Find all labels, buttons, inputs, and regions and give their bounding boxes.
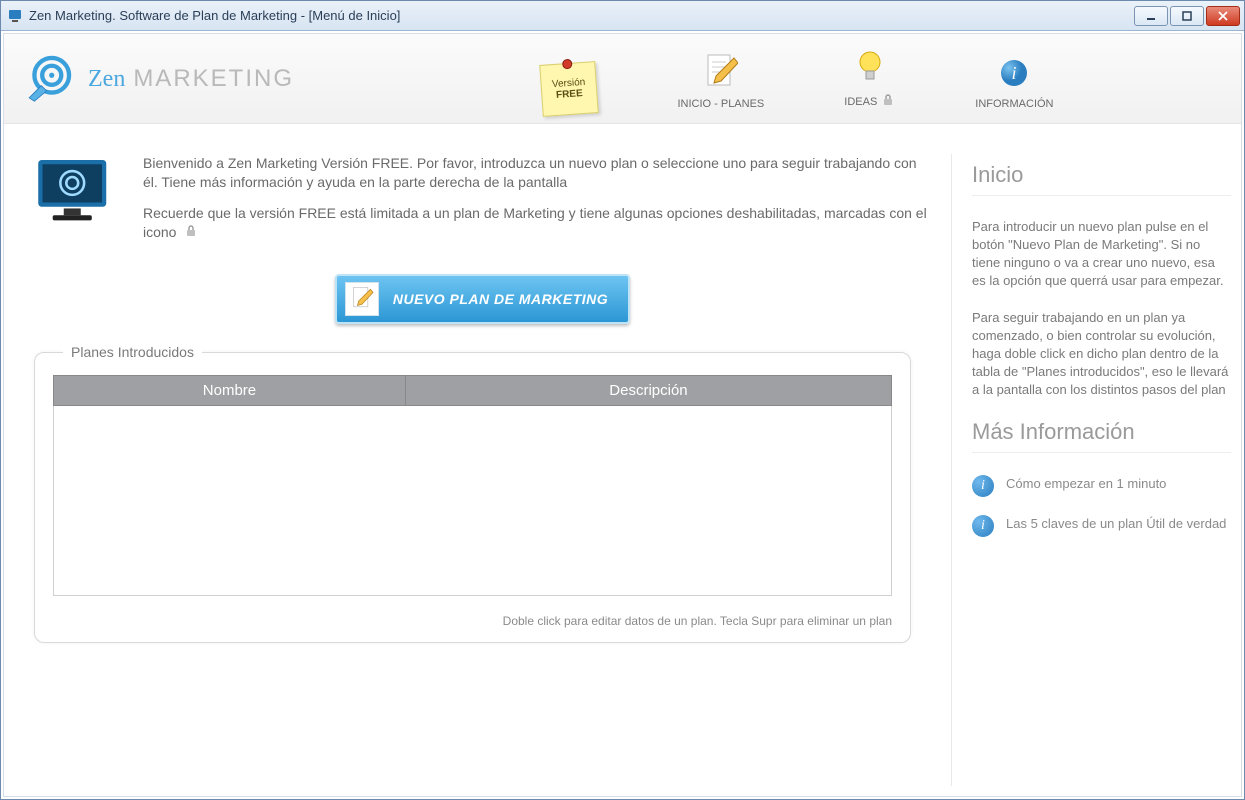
window-minimize-button[interactable]: [1134, 6, 1168, 26]
document-pencil-icon: [677, 52, 764, 94]
info-link-quickstart-label: Cómo empezar en 1 minuto: [1006, 475, 1166, 493]
info-link-5keys[interactable]: i Las 5 claves de un plan Útil de verdad: [972, 515, 1231, 537]
brand-text-rest: MARKETING: [133, 65, 294, 92]
plans-table[interactable]: Nombre Descripción: [53, 375, 892, 596]
monitor-icon: [34, 154, 119, 254]
lock-icon: [881, 93, 895, 110]
sticky-note-icon: Versión FREE: [540, 61, 599, 117]
top-nav: Zen MARKETING Versión FREE: [4, 34, 1241, 124]
main-scroll-area[interactable]: Zen MARKETING Versión FREE: [4, 34, 1241, 796]
nav-version-free[interactable]: Versión FREE: [541, 68, 597, 110]
nav-ideas-label: IDEAS: [844, 96, 877, 108]
brand-text-zen: Zen: [88, 66, 125, 92]
info-icon: i: [975, 52, 1053, 94]
new-plan-button[interactable]: NUEVO PLAN DE MARKETING: [335, 274, 630, 324]
window-title: Zen Marketing. Software de Plan de Marke…: [29, 8, 1134, 23]
plans-col-desc: Descripción: [405, 376, 891, 406]
help-sidebar: Inicio Para introducir un nuevo plan pul…: [951, 154, 1231, 786]
nav-informacion-label: INFORMACIÓN: [975, 98, 1053, 110]
brand-text: Zen MARKETING: [88, 65, 294, 93]
nav-informacion[interactable]: i INFORMACIÓN: [975, 52, 1053, 110]
window-titlebar: Zen Marketing. Software de Plan de Marke…: [1, 1, 1244, 31]
sidebar-heading-mas: Más Información: [972, 417, 1231, 453]
brand-logo-icon: [24, 51, 76, 106]
sidebar-paragraph-1: Para introducir un nuevo plan pulse en e…: [972, 218, 1231, 291]
nav-inicio-planes[interactable]: INICIO - PLANES: [677, 52, 764, 110]
plans-groupbox-legend: Planes Introducidos: [63, 344, 202, 360]
intro-paragraph-2: Recuerde que la versión FREE está limita…: [143, 204, 931, 243]
lightbulb-icon: [844, 47, 895, 89]
plans-empty-body[interactable]: [54, 406, 892, 596]
info-icon: i: [972, 515, 994, 537]
info-link-5keys-label: Las 5 claves de un plan Útil de verdad: [1006, 515, 1226, 533]
sidebar-paragraph-2: Para seguir trabajando en un plan ya com…: [972, 309, 1231, 400]
app-icon: [7, 8, 23, 24]
nav-ideas[interactable]: IDEAS: [844, 47, 895, 110]
nav-inicio-planes-label: INICIO - PLANES: [677, 98, 764, 110]
info-icon: i: [972, 475, 994, 497]
document-pencil-icon: [345, 282, 379, 316]
new-plan-button-label: NUEVO PLAN DE MARKETING: [393, 291, 608, 307]
brand: Zen MARKETING: [24, 51, 294, 106]
intro-paragraph-1: Bienvenido a Zen Marketing Versión FREE.…: [143, 154, 931, 192]
window-maximize-button[interactable]: [1170, 6, 1204, 26]
svg-text:i: i: [1012, 63, 1017, 83]
lock-icon: [184, 224, 198, 243]
sticky-note-line2: FREE: [556, 88, 583, 101]
plans-col-name: Nombre: [54, 376, 406, 406]
window-close-button[interactable]: [1206, 6, 1240, 26]
plans-hint: Doble click para editar datos de un plan…: [53, 614, 892, 628]
sidebar-heading-inicio: Inicio: [972, 160, 1231, 196]
info-link-quickstart[interactable]: i Cómo empezar en 1 minuto: [972, 475, 1231, 497]
plans-groupbox: Planes Introducidos Nombre Descripción: [34, 352, 911, 643]
